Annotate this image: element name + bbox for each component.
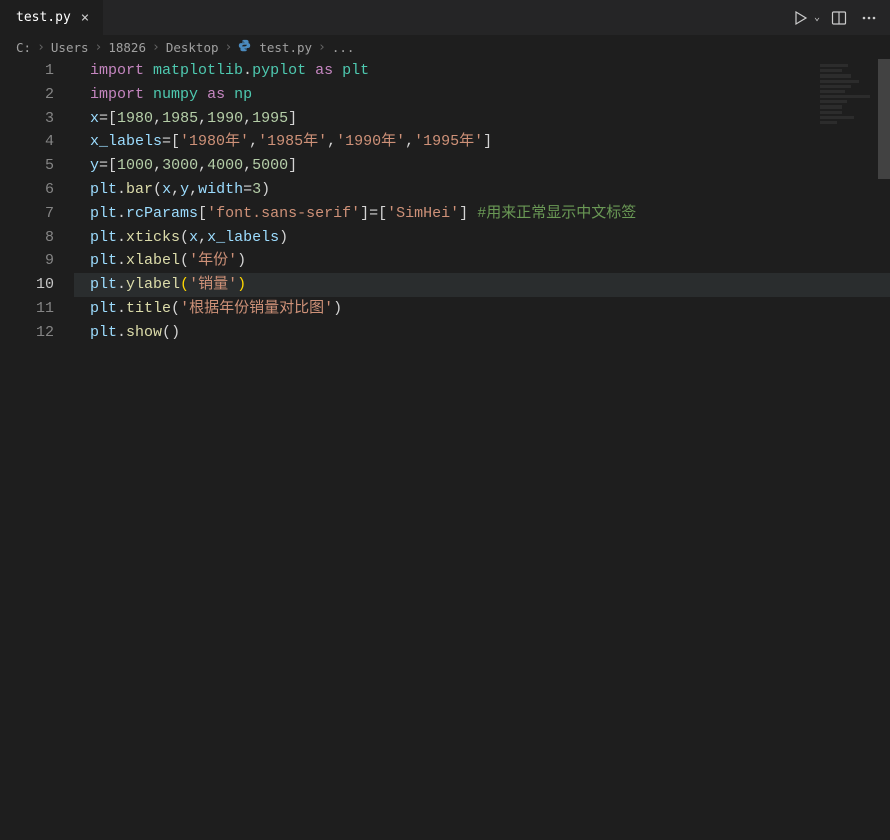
split-editor-icon[interactable] (828, 7, 850, 29)
breadcrumb-file[interactable]: test.py (259, 40, 312, 55)
line-number: 3 (0, 107, 54, 131)
chevron-right-icon: › (225, 40, 233, 55)
line-number: 8 (0, 226, 54, 250)
code-line[interactable]: x_labels=['1980年','1985年','1990年','1995年… (74, 130, 890, 154)
chevron-right-icon: › (95, 40, 103, 55)
code-line[interactable]: plt.ylabel('销量') (74, 273, 890, 297)
line-number: 4 (0, 130, 54, 154)
code-line[interactable]: plt.show() (74, 321, 890, 345)
code-line[interactable]: x=[1980,1985,1990,1995] (74, 107, 890, 131)
close-icon[interactable]: × (77, 8, 93, 28)
vertical-scrollbar[interactable] (878, 59, 890, 840)
line-number: 9 (0, 249, 54, 273)
run-icon[interactable] (790, 7, 812, 29)
code-line[interactable]: plt.xticks(x,x_labels) (74, 226, 890, 250)
chevron-right-icon: › (318, 40, 326, 55)
tab-bar: test.py × ⌄ (0, 0, 890, 35)
line-number: 11 (0, 297, 54, 321)
chevron-right-icon: › (152, 40, 160, 55)
code-line[interactable]: y=[1000,3000,4000,5000] (74, 154, 890, 178)
line-number-gutter: 123456789101112 (0, 59, 74, 840)
code-line[interactable]: plt.rcParams['font.sans-serif']=['SimHei… (74, 202, 890, 226)
tab-label: test.py (16, 10, 71, 25)
code-line[interactable]: import numpy as np (74, 83, 890, 107)
breadcrumb-item[interactable]: Users (51, 40, 89, 55)
breadcrumb: C: › Users › 18826 › Desktop › test.py ›… (0, 35, 890, 59)
code-line[interactable]: import matplotlib.pyplot as plt (74, 59, 890, 83)
breadcrumb-item[interactable]: C: (16, 40, 31, 55)
chevron-right-icon: › (37, 40, 45, 55)
minimap[interactable] (820, 64, 876, 124)
line-number: 12 (0, 321, 54, 345)
code-content[interactable]: import matplotlib.pyplot as pltimport nu… (74, 59, 890, 840)
line-number: 1 (0, 59, 54, 83)
code-line[interactable]: plt.bar(x,y,width=3) (74, 178, 890, 202)
line-number: 5 (0, 154, 54, 178)
breadcrumb-item[interactable]: Desktop (166, 40, 219, 55)
editor-actions: ⌄ (790, 0, 890, 35)
chevron-down-icon[interactable]: ⌄ (814, 12, 820, 23)
breadcrumb-item[interactable]: 18826 (108, 40, 146, 55)
line-number: 2 (0, 83, 54, 107)
code-line[interactable]: plt.xlabel('年份') (74, 249, 890, 273)
line-number: 7 (0, 202, 54, 226)
tab-file[interactable]: test.py × (0, 0, 103, 35)
line-number: 6 (0, 178, 54, 202)
scrollbar-thumb[interactable] (878, 59, 890, 179)
tab-list: test.py × (0, 0, 103, 35)
code-editor[interactable]: 123456789101112 import matplotlib.pyplot… (0, 59, 890, 840)
code-line[interactable]: plt.title('根据年份销量对比图') (74, 297, 890, 321)
breadcrumb-trail[interactable]: ... (332, 40, 355, 55)
python-icon (238, 39, 251, 55)
more-actions-icon[interactable] (858, 7, 880, 29)
line-number: 10 (0, 273, 54, 297)
